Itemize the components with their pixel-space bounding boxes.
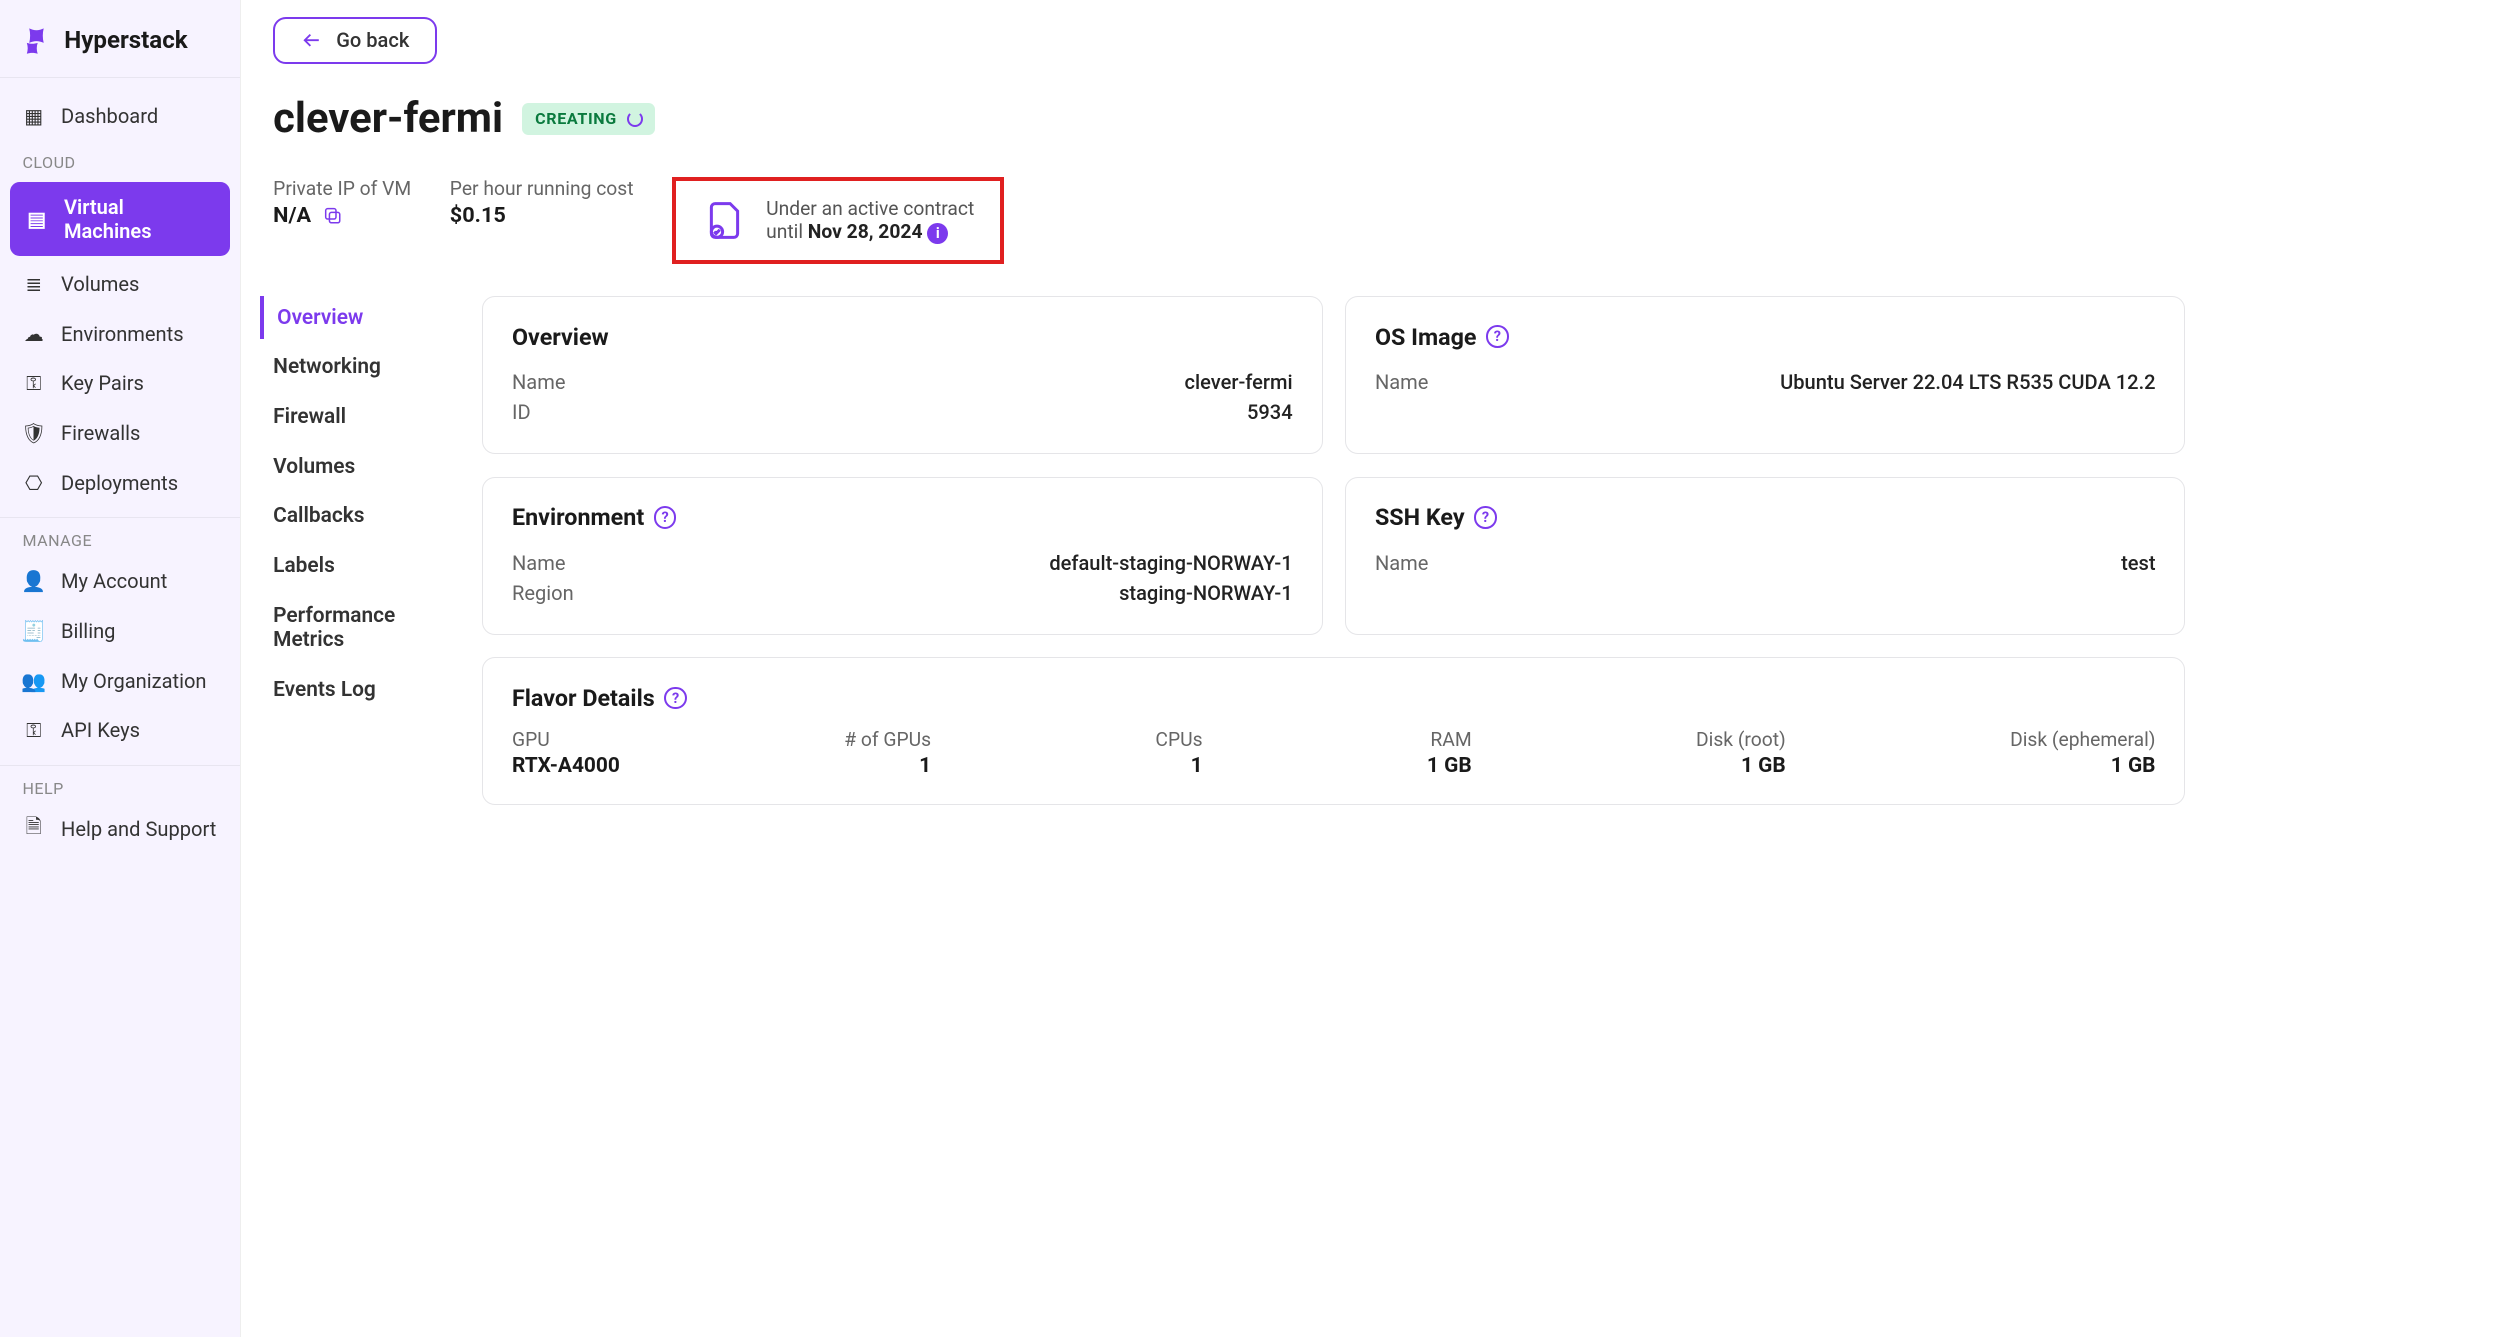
- tabs: Overview Networking Firewall Volumes Cal…: [273, 296, 450, 805]
- deployments-icon: ⎔: [22, 471, 44, 493]
- copy-icon[interactable]: [321, 204, 343, 226]
- section-cloud: CLOUD: [0, 141, 240, 179]
- help-icon[interactable]: ?: [664, 687, 686, 709]
- help-icon[interactable]: ?: [1486, 325, 1508, 347]
- help-icon[interactable]: ?: [654, 506, 676, 528]
- dashboard-icon: ▦: [22, 105, 44, 127]
- nav-account[interactable]: 👤My Account: [0, 556, 240, 606]
- nav-keypairs[interactable]: ⚿Key Pairs: [0, 358, 240, 408]
- shield-icon: 🛡: [22, 422, 44, 444]
- nav-volumes[interactable]: ≣Volumes: [0, 259, 240, 309]
- title-row: clever-fermi CREATING Access Console: [273, 93, 2512, 144]
- status-badge: CREATING: [522, 103, 655, 135]
- private-ip-block: Private IP of VM N/A: [273, 177, 411, 228]
- contract-icon: [702, 198, 747, 243]
- section-manage: MANAGE: [0, 517, 240, 556]
- help-icon: 🗎: [22, 818, 44, 840]
- section-help: HELP: [0, 765, 240, 804]
- nav-billing[interactable]: 🧾Billing: [0, 606, 240, 656]
- tab-performance-metrics[interactable]: Performance Metrics: [273, 594, 450, 661]
- billing-icon: 🧾: [22, 620, 44, 642]
- info-row: Private IP of VM N/A Per hour running co…: [273, 177, 2512, 264]
- go-back-button[interactable]: Go back: [273, 17, 437, 64]
- server-icon: ▤: [26, 208, 48, 230]
- org-icon: 👥: [22, 669, 44, 691]
- tab-networking[interactable]: Networking: [273, 346, 450, 389]
- apikey-icon: ⚿: [22, 719, 44, 741]
- brand-logo[interactable]: Hyperstack: [0, 19, 240, 78]
- content-area: Overview Networking Firewall Volumes Cal…: [273, 296, 2512, 805]
- card-ssh-key: SSH Key? Nametest: [1345, 477, 2185, 635]
- contract-box: Under an active contract until Nov 28, 2…: [672, 177, 1004, 264]
- tab-events-log[interactable]: Events Log: [273, 668, 450, 711]
- hyperstack-logo-icon: [22, 26, 51, 55]
- nav-deployments[interactable]: ⎔Deployments: [0, 458, 240, 508]
- card-overview: Overview Nameclever-fermi ID5934: [482, 296, 1322, 454]
- nav-dashboard[interactable]: ▦ Dashboard: [0, 91, 240, 141]
- loading-spinner-icon: [627, 111, 643, 127]
- tab-firewall[interactable]: Firewall: [273, 395, 450, 438]
- nav-organization[interactable]: 👥My Organization: [0, 656, 240, 706]
- card-flavor-details: Flavor Details? GPURTX-A4000 # of GPUs1 …: [482, 657, 2185, 805]
- cards: Overview Nameclever-fermi ID5934 OS Imag…: [482, 296, 2185, 805]
- tab-volumes[interactable]: Volumes: [273, 445, 450, 488]
- tab-overview[interactable]: Overview: [260, 296, 450, 339]
- arrow-left-icon: [301, 29, 323, 51]
- nav-apikeys[interactable]: ⚿API Keys: [0, 705, 240, 755]
- help-icon[interactable]: ?: [1474, 506, 1496, 528]
- nav-environments[interactable]: ☁Environments: [0, 309, 240, 359]
- user-icon: 👤: [22, 570, 44, 592]
- key-icon: ⚿: [22, 372, 44, 394]
- page-title: clever-fermi: [273, 94, 503, 143]
- volumes-icon: ≣: [22, 273, 44, 295]
- card-overview-title: Overview: [512, 323, 1293, 351]
- cloud-icon: ☁: [22, 322, 44, 344]
- tab-labels[interactable]: Labels: [273, 544, 450, 587]
- nav-firewalls[interactable]: 🛡Firewalls: [0, 408, 240, 458]
- info-icon[interactable]: i: [927, 223, 948, 244]
- sidebar: Hyperstack ▦ Dashboard CLOUD ▤ Virtual M…: [0, 0, 241, 1337]
- card-os-image: OS Image? NameUbuntu Server 22.04 LTS R5…: [1345, 296, 2185, 454]
- nav-virtual-machines[interactable]: ▤ Virtual Machines: [10, 182, 231, 256]
- main-content: Go back Current credit balance $1,171.06…: [241, 0, 2512, 1337]
- card-environment: Environment? Namedefault-staging-NORWAY-…: [482, 477, 1322, 635]
- cost-block: Per hour running cost $0.15: [450, 177, 634, 228]
- tab-callbacks[interactable]: Callbacks: [273, 495, 450, 538]
- nav-help[interactable]: 🗎Help and Support: [0, 804, 240, 854]
- topbar: Go back Current credit balance $1,171.06…: [273, 16, 2512, 64]
